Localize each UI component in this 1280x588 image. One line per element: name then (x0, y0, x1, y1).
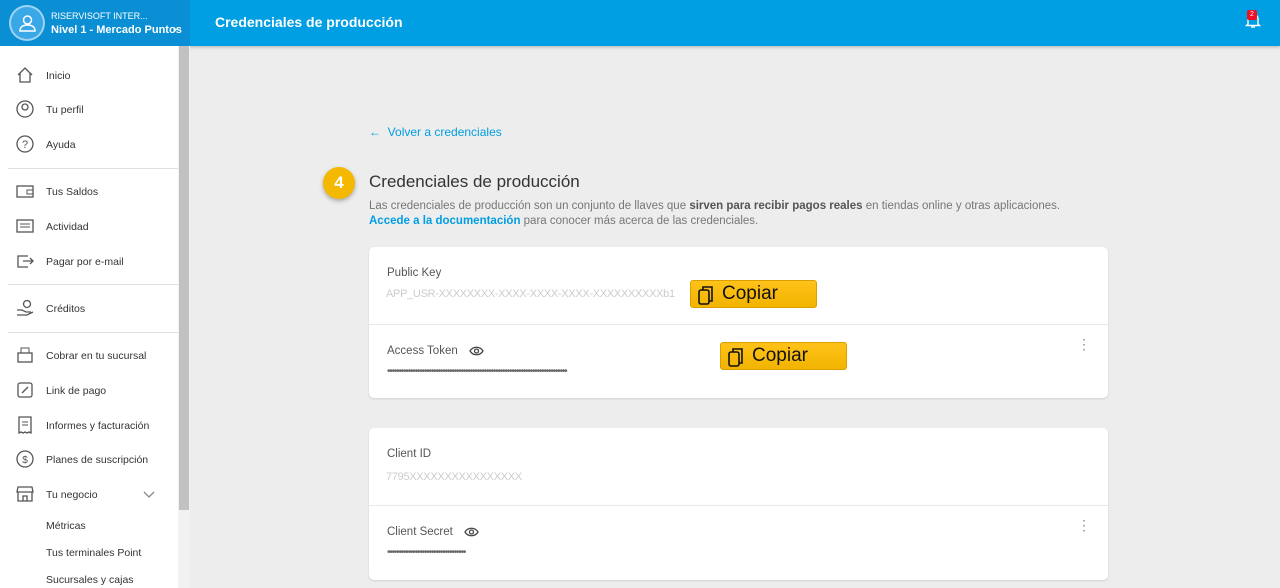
account-switcher[interactable]: RISERVISOFT INTER... Nivel 1 - Mercado P… (0, 0, 190, 46)
sidebar-item-informes[interactable]: Informes y facturación (0, 411, 178, 441)
page-header-title: Credenciales de producción (215, 14, 403, 30)
send-icon (17, 255, 34, 268)
client-id-value: 7795XXXXXXXXXXXXXXXX (386, 471, 522, 483)
arrow-left-icon: ← (369, 125, 388, 139)
credentials-card-client: Client ID 7795XXXXXXXXXXXXXXXX Client Se… (369, 428, 1108, 580)
scrollbar-thumb[interactable] (179, 46, 189, 510)
user-icon (19, 15, 36, 32)
store-icon (16, 486, 34, 502)
step-badge: 4 (323, 167, 355, 199)
eye-icon[interactable] (469, 345, 484, 357)
link-icon (17, 382, 33, 398)
sidebar-item-planes[interactable]: $ Planes de suscripción (0, 445, 178, 475)
sidebar-item-perfil[interactable]: Tu perfil (0, 95, 178, 125)
client-secret-label: Client Secret (387, 526, 453, 538)
help-icon: ? (16, 135, 34, 153)
notification-badge: 2 (1247, 10, 1257, 20)
credit-icon (17, 299, 34, 316)
sidebar-item-creditos[interactable]: Créditos (0, 294, 178, 324)
client-secret-value: •••••••••••••••••••••••••••••••••• (387, 547, 466, 558)
public-key-label: Public Key (387, 267, 442, 279)
sidebar-item-ayuda[interactable]: ? Ayuda (0, 130, 178, 160)
subscription-icon: $ (16, 450, 34, 468)
sidebar-subitem-sucursales[interactable]: Sucursales y cajas (46, 574, 134, 586)
wallet-icon (16, 185, 34, 198)
copy-public-key-button[interactable]: Copiar (690, 280, 817, 308)
credentials-card-keys: Public Key APP_USR-XXXXXXXX-XXXX-XXXX-XX… (369, 247, 1108, 398)
more-options-icon[interactable]: ⋮ (1077, 336, 1091, 353)
avatar (9, 5, 45, 41)
register-icon (17, 347, 33, 363)
description: Las credenciales de producción son un co… (369, 200, 1061, 227)
eye-icon[interactable] (464, 526, 479, 538)
sidebar-subitem-terminales[interactable]: Tus terminales Point (46, 547, 141, 559)
divider (8, 284, 178, 285)
sidebar: Inicio Tu perfil ? Ayuda Tus Saldos Activ… (0, 46, 178, 588)
top-header: RISERVISOFT INTER... Nivel 1 - Mercado P… (0, 0, 1280, 46)
svg-text:?: ? (22, 139, 28, 151)
sidebar-item-cobrar-sucursal[interactable]: Cobrar en tu sucursal (0, 341, 178, 371)
sidebar-subitem-metricas[interactable]: Métricas (46, 520, 86, 532)
divider (8, 332, 178, 333)
home-icon (17, 67, 33, 83)
chevron-down-icon (143, 491, 155, 498)
receipt-icon (18, 416, 32, 434)
svg-text:$: $ (22, 455, 28, 466)
copy-access-token-button[interactable]: Copiar (720, 342, 847, 370)
divider (369, 505, 1108, 506)
account-name: RISERVISOFT INTER... (51, 11, 148, 21)
more-options-icon[interactable]: ⋮ (1077, 517, 1091, 534)
client-id-label: Client ID (387, 448, 432, 460)
profile-icon (16, 100, 34, 118)
chevron-right-icon: › (173, 22, 177, 36)
sidebar-item-actividad[interactable]: Actividad (0, 212, 178, 242)
activity-icon (16, 219, 34, 233)
documentation-link[interactable]: Accede a la documentación (369, 215, 520, 227)
public-key-value: APP_USR-XXXXXXXX-XXXX-XXXX-XXXX-XXXXXXXX… (386, 288, 675, 300)
back-link[interactable]: ← Volver a credenciales (369, 125, 502, 139)
page-title: Credenciales de producción (369, 172, 580, 191)
account-level: Nivel 1 - Mercado Puntos (51, 24, 182, 36)
divider (8, 168, 178, 169)
sidebar-item-tu-negocio[interactable]: Tu negocio (0, 480, 178, 510)
access-token-label: Access Token (387, 345, 458, 357)
sidebar-item-saldos[interactable]: Tus Saldos (0, 177, 178, 207)
copy-icon (698, 286, 713, 305)
access-token-value: ••••••••••••••••••••••••••••••••••••••••… (387, 366, 568, 377)
sidebar-item-inicio[interactable]: Inicio (0, 61, 178, 91)
divider (369, 324, 1108, 325)
sidebar-item-pagar-email[interactable]: Pagar por e-mail (0, 247, 178, 277)
sidebar-item-link-pago[interactable]: Link de pago (0, 376, 178, 406)
copy-icon (728, 348, 743, 367)
